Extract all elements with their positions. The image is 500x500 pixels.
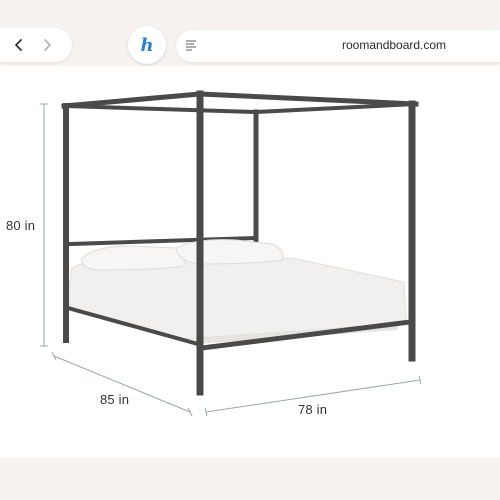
honey-extension-button[interactable]: h	[128, 26, 166, 64]
browser-toolbar: h roomandboard.com	[0, 24, 500, 66]
page-footer-area	[0, 458, 500, 500]
url-text: roomandboard.com	[342, 38, 447, 52]
height-dimension-label: 80 in	[6, 218, 36, 233]
back-button[interactable]	[10, 36, 28, 54]
depth-dimension-label: 85 in	[100, 392, 130, 407]
chevron-left-icon	[15, 39, 22, 51]
bed-frame-back	[67, 109, 259, 253]
product-image-area: 80 in 85 in 78 in	[0, 66, 500, 458]
canopy-bed-illustration	[40, 90, 422, 417]
reader-mode-icon[interactable]	[184, 38, 198, 52]
honey-extension-icon: h	[140, 34, 154, 56]
width-dimension-label: 78 in	[298, 402, 328, 417]
address-bar[interactable]: roomandboard.com	[176, 30, 500, 62]
forward-button[interactable]	[38, 36, 56, 54]
chevron-right-icon	[44, 39, 51, 51]
navigation-controls	[0, 28, 72, 62]
